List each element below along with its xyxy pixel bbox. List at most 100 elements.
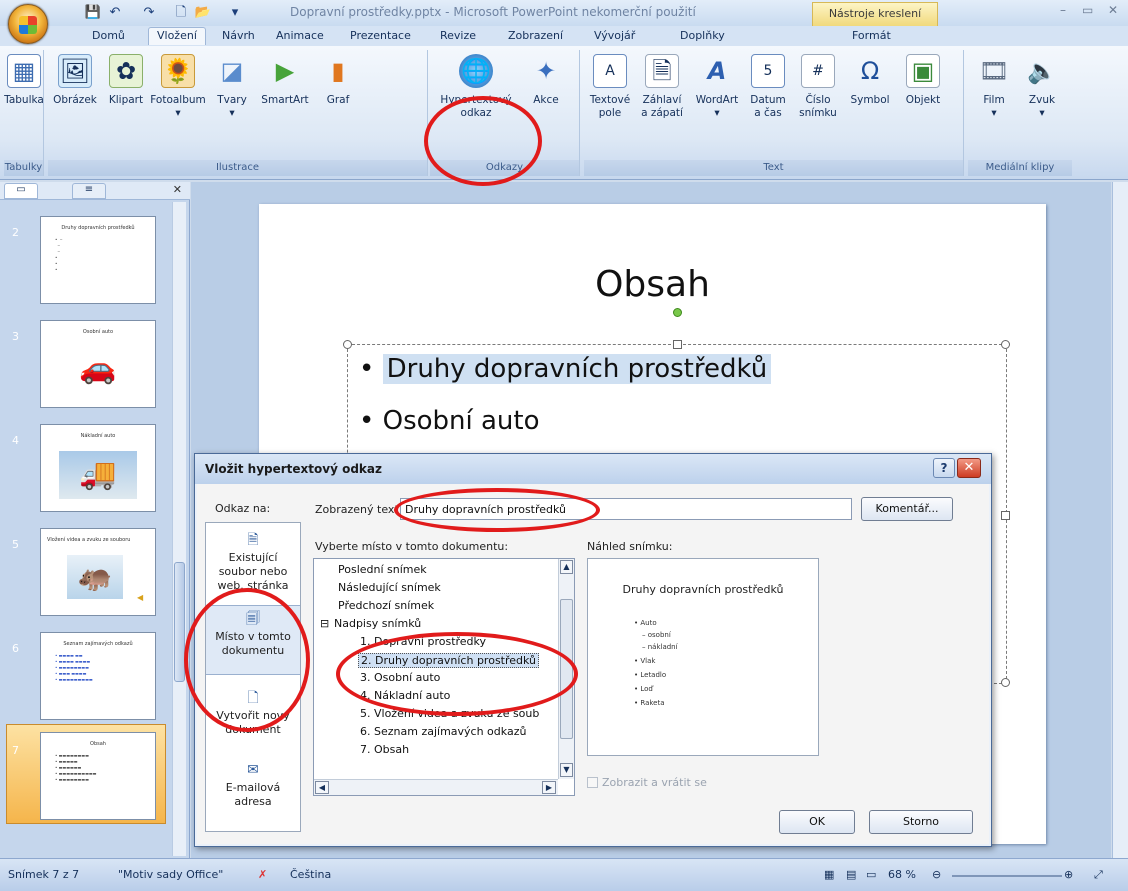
- dialog-close-button[interactable]: ✕: [957, 458, 981, 478]
- tree-horizontal-scrollbar[interactable]: ◀ ▶: [314, 779, 558, 795]
- datetime-button[interactable]: 5 Datum a čas: [746, 54, 790, 120]
- tab-home[interactable]: Domů: [92, 29, 125, 42]
- undo-icon[interactable]: ↶: [106, 4, 124, 22]
- slide-title[interactable]: Obsah: [259, 264, 1046, 305]
- theme-name[interactable]: "Motiv sady Office": [118, 868, 223, 881]
- document-place-tree[interactable]: Poslední snímek Následující snímek Předc…: [313, 558, 575, 796]
- editor-scrollbar[interactable]: [1112, 182, 1128, 858]
- tree-item[interactable]: Nadpisy snímků: [334, 617, 421, 630]
- table-button[interactable]: ▦ Tabulka: [4, 54, 44, 107]
- movie-button[interactable]: 🎞 Film ▾: [974, 54, 1014, 120]
- link-existing-file[interactable]: 🗎 Existující soubor nebo web. stránka: [206, 531, 300, 593]
- resize-handle[interactable]: [1001, 511, 1010, 520]
- photoalbum-button[interactable]: 🌻 Fotoalbum ▾: [150, 54, 206, 120]
- cancel-button[interactable]: Storno: [869, 810, 973, 834]
- zoom-level[interactable]: 68 %: [888, 868, 916, 881]
- new-icon[interactable]: 🗋: [172, 4, 190, 22]
- office-button[interactable]: [8, 4, 48, 44]
- slide-bullet[interactable]: • Osobní auto: [359, 406, 540, 436]
- show-and-return-checkbox[interactable]: Zobrazit a vrátit se: [587, 776, 707, 789]
- symbol-button[interactable]: Ω Symbol: [846, 54, 894, 107]
- tab-format[interactable]: Formát: [852, 29, 891, 42]
- redo-icon[interactable]: ↷: [140, 4, 158, 22]
- tree-item[interactable]: 5. Vložení videa a zvuku ze soub: [360, 707, 539, 720]
- slide-thumbnail[interactable]: Seznam zajímavých odkazů • ▬▬▬▬ ▬▬ • ▬▬▬…: [40, 632, 156, 720]
- scroll-down-icon[interactable]: ▼: [560, 763, 573, 777]
- checkbox[interactable]: [587, 777, 598, 788]
- zoom-slider[interactable]: [952, 875, 1062, 877]
- slide-thumbnail[interactable]: Osobní auto 🚗: [40, 320, 156, 408]
- tree-item-selected[interactable]: 2. Druhy dopravních prostředků: [358, 653, 540, 668]
- link-place-in-document[interactable]: 🗐 Místo v tomto dokumentu: [206, 605, 300, 675]
- panel-close-icon[interactable]: ✕: [173, 183, 182, 196]
- tab-outline[interactable]: ≡: [72, 183, 106, 199]
- shapes-button[interactable]: ◪ Tvary ▾: [212, 54, 252, 120]
- header-footer-button[interactable]: 🗎 Záhlaví a zápatí: [636, 54, 688, 120]
- resize-handle[interactable]: [1001, 340, 1010, 349]
- clipart-button[interactable]: ✿ Klipart: [106, 54, 146, 107]
- picture-button[interactable]: 🖼 Obrázek: [50, 54, 100, 107]
- slide-number-button[interactable]: # Číslo snímku: [796, 54, 840, 120]
- language[interactable]: Čeština: [290, 868, 331, 881]
- tab-insert[interactable]: Vložení: [148, 27, 206, 45]
- close-icon[interactable]: ✕: [1108, 3, 1118, 17]
- zoom-out-icon[interactable]: ⊖: [932, 868, 941, 881]
- textbox-button[interactable]: A Textové pole: [588, 54, 632, 120]
- tree-item[interactable]: 7. Obsah: [360, 743, 409, 756]
- tree-item[interactable]: 3. Osobní auto: [360, 671, 440, 684]
- rotation-handle[interactable]: [673, 308, 682, 317]
- fit-to-window-icon[interactable]: ⤢: [1094, 868, 1103, 882]
- tab-slides[interactable]: ▭: [4, 183, 38, 199]
- tab-review[interactable]: Revize: [440, 29, 476, 42]
- tree-item[interactable]: 4. Nákladní auto: [360, 689, 450, 702]
- tab-addins[interactable]: Doplňky: [680, 29, 725, 42]
- customize-qat-icon[interactable]: ▾: [226, 4, 244, 22]
- tab-view[interactable]: Zobrazení: [508, 29, 563, 42]
- tree-collapse-icon[interactable]: ⊟: [320, 617, 329, 630]
- tree-item[interactable]: Následující snímek: [338, 581, 441, 594]
- chart-button[interactable]: ▮ Graf: [318, 54, 358, 107]
- link-email-address[interactable]: ✉ E-mailová adresa: [206, 761, 300, 809]
- display-text-input[interactable]: [400, 498, 852, 520]
- save-icon[interactable]: 💾: [84, 4, 102, 22]
- tree-scroll-thumb[interactable]: [560, 599, 573, 739]
- slide-thumbnail[interactable]: Druhy dopravních prostředků • ‒ ‒ ‒ • • …: [40, 216, 156, 304]
- normal-view-icon[interactable]: ▦: [824, 868, 834, 881]
- smartart-button[interactable]: ▶ SmartArt: [258, 54, 312, 107]
- slide-thumbnail[interactable]: Vložení videa a zvuku ze souboru 🦛 ◀: [40, 528, 156, 616]
- tab-animations[interactable]: Animace: [276, 29, 324, 42]
- zoom-in-icon[interactable]: ⊕: [1064, 868, 1073, 881]
- link-new-document[interactable]: 🗋 Vytvořit nový dokument: [206, 689, 300, 737]
- tree-item[interactable]: 6. Seznam zajímavých odkazů: [360, 725, 526, 738]
- sound-button[interactable]: 🔈 Zvuk ▾: [1022, 54, 1062, 120]
- tree-item[interactable]: Předchozí snímek: [338, 599, 434, 612]
- panel-scrollbar[interactable]: [172, 202, 186, 856]
- panel-scroll-thumb[interactable]: [174, 562, 185, 682]
- ok-button[interactable]: OK: [779, 810, 855, 834]
- tab-developer[interactable]: Vývojář: [594, 29, 635, 42]
- spellcheck-icon[interactable]: ✗: [258, 868, 267, 881]
- tree-item[interactable]: Poslední snímek: [338, 563, 427, 576]
- resize-handle[interactable]: [1001, 678, 1010, 687]
- hyperlink-button[interactable]: 🌐 Hypertextový odkaz: [434, 54, 518, 120]
- object-button[interactable]: ▣ Objekt: [898, 54, 948, 107]
- action-button[interactable]: ✦ Akce: [526, 54, 566, 107]
- slide-thumbnail-active[interactable]: Obsah • ▬▬▬▬▬▬▬▬ • ▬▬▬▬▬ • ▬▬▬▬▬▬ • ▬▬▬▬…: [40, 732, 156, 820]
- slide-thumbnail[interactable]: Nákladní auto 🚚: [40, 424, 156, 512]
- scroll-up-icon[interactable]: ▲: [560, 560, 573, 574]
- resize-handle[interactable]: [673, 340, 682, 349]
- help-button[interactable]: ?: [933, 458, 955, 478]
- slide-bullet[interactable]: • Druhy dopravních prostředků: [359, 354, 772, 384]
- wordart-button[interactable]: A WordArt ▾: [692, 54, 742, 120]
- tab-slideshow[interactable]: Prezentace: [350, 29, 411, 42]
- resize-handle[interactable]: [343, 340, 352, 349]
- scroll-left-icon[interactable]: ◀: [315, 781, 329, 794]
- open-icon[interactable]: 📂: [194, 4, 212, 22]
- tree-vertical-scrollbar[interactable]: ▲ ▼: [558, 559, 574, 779]
- slideshow-icon[interactable]: ▭: [866, 868, 876, 881]
- screentip-button[interactable]: Komentář...: [861, 497, 953, 521]
- minimize-icon[interactable]: –: [1060, 3, 1066, 17]
- tree-item[interactable]: 1. Dopravní prostředky: [360, 635, 486, 648]
- maximize-icon[interactable]: ▭: [1082, 3, 1093, 17]
- scroll-right-icon[interactable]: ▶: [542, 781, 556, 794]
